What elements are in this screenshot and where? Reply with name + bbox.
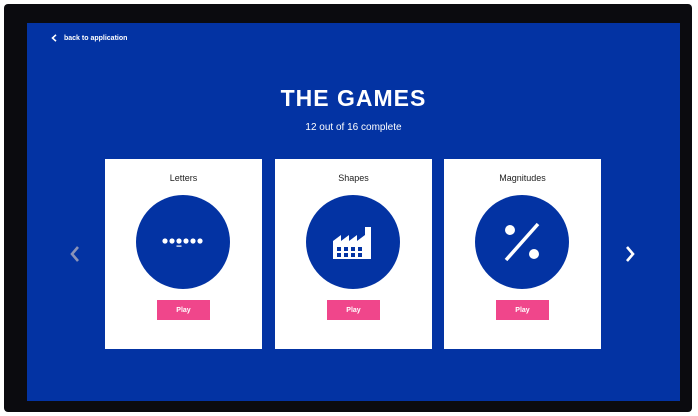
game-icon-circle (306, 195, 400, 289)
games-panel: back to application THE GAMES 12 out of … (27, 23, 680, 401)
play-button-magnitudes[interactable]: Play (496, 300, 549, 320)
back-link-label: back to application (64, 34, 128, 42)
play-button-shapes[interactable]: Play (327, 300, 380, 320)
chevron-left-icon[interactable] (69, 245, 81, 263)
chevron-left-icon (51, 34, 57, 42)
factory-icon (333, 227, 371, 259)
game-title: Magnitudes (499, 173, 546, 183)
percent-icon (504, 222, 540, 262)
chevron-right-icon[interactable] (624, 245, 636, 263)
back-to-application-link[interactable]: back to application (51, 34, 127, 42)
completion-status: 12 out of 16 complete (305, 122, 402, 133)
play-button-letters[interactable]: Play (157, 300, 210, 320)
game-card-letters: Letters Play (105, 159, 262, 349)
page-title: THE GAMES (280, 85, 427, 111)
game-card-magnitudes: Magnitudes Play (444, 159, 601, 349)
game-title: Letters (169, 173, 198, 183)
game-icon-circle (475, 195, 569, 289)
app-frame: back to application THE GAMES 12 out of … (4, 4, 692, 412)
game-card-shapes: Shapes Play (275, 159, 432, 349)
game-title: Shapes (338, 173, 369, 183)
game-icon-circle (136, 195, 230, 289)
dots-icon (162, 238, 203, 247)
